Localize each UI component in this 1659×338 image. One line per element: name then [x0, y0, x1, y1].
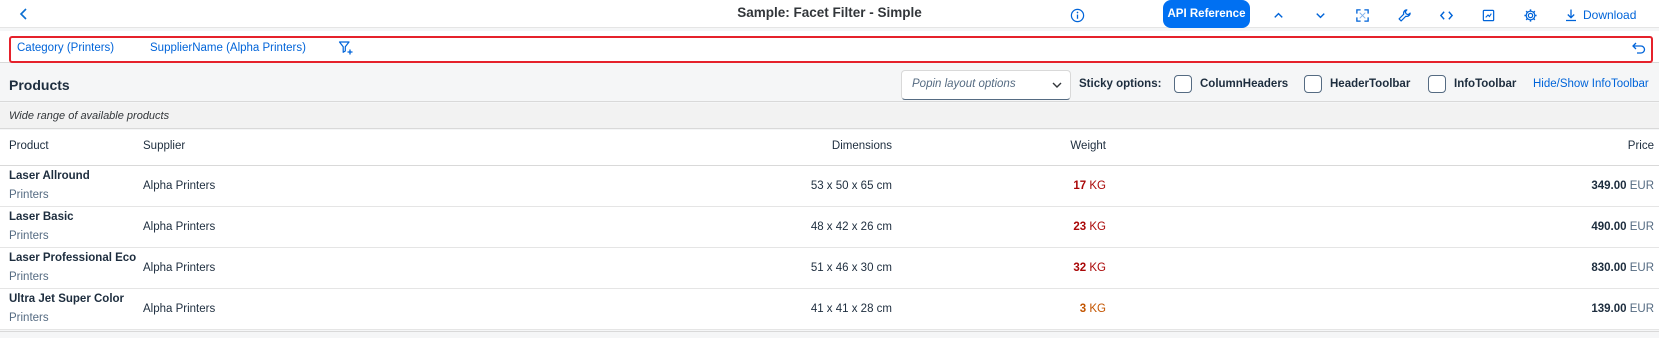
- table-row[interactable]: Laser Professional Eco Printers Alpha Pr…: [0, 248, 1659, 289]
- gear-icon[interactable]: [1519, 4, 1541, 26]
- info-toolbar-label: InfoToolbar: [1454, 78, 1517, 90]
- facet-category[interactable]: Category (Printers): [17, 42, 114, 54]
- column-header-price[interactable]: Price: [1554, 140, 1654, 152]
- wrench-icon[interactable]: [1393, 4, 1415, 26]
- table-bottom-border: [0, 331, 1659, 332]
- facet-supplier[interactable]: SupplierName (Alpha Printers): [150, 42, 306, 54]
- dimensions-value: 41 x 41 x 28 cm: [810, 303, 892, 315]
- dimensions-value: 51 x 46 x 30 cm: [810, 262, 892, 274]
- chevron-down-icon[interactable]: [1309, 4, 1331, 26]
- column-header-product[interactable]: Product: [9, 140, 49, 152]
- download-label: Download: [1583, 8, 1637, 22]
- price-value: 139.00 EUR: [1591, 303, 1654, 315]
- table-row[interactable]: Laser Basic Printers Alpha Printers 48 x…: [0, 207, 1659, 248]
- price-value: 830.00 EUR: [1591, 262, 1654, 274]
- info-toolbar-text: Wide range of available products: [9, 110, 170, 122]
- header-toolbar-checkbox[interactable]: [1304, 75, 1322, 93]
- dimensions-value: 53 x 50 x 65 cm: [810, 180, 892, 192]
- chevron-down-icon: [1052, 82, 1062, 88]
- supplier-name: Alpha Printers: [143, 262, 216, 274]
- weight-value: 3 KG: [1079, 303, 1106, 315]
- supplier-name: Alpha Printers: [143, 303, 216, 315]
- column-header-supplier[interactable]: Supplier: [143, 140, 185, 152]
- product-name: Laser Basic: [9, 211, 74, 223]
- column-headers-checkbox[interactable]: [1174, 75, 1192, 93]
- product-name: Ultra Jet Super Color: [9, 293, 125, 305]
- column-header-dimensions[interactable]: Dimensions: [792, 140, 892, 152]
- download-icon: [1566, 9, 1576, 22]
- price-value: 490.00 EUR: [1591, 221, 1654, 233]
- dimensions-value: 48 x 42 x 26 cm: [810, 221, 892, 233]
- fullscreen-icon[interactable]: [1351, 4, 1373, 26]
- api-reference-button[interactable]: API Reference: [1163, 0, 1250, 28]
- popin-layout-placeholder: Popin layout options: [912, 78, 1016, 90]
- column-headers-label: ColumnHeaders: [1200, 78, 1289, 90]
- back-icon[interactable]: [14, 4, 34, 24]
- app-preview-icon[interactable]: [1477, 4, 1499, 26]
- column-header-weight[interactable]: Weight: [1006, 140, 1106, 152]
- hide-show-info-toolbar-button[interactable]: Hide/Show InfoToolbar: [1533, 78, 1649, 90]
- price-value: 349.00 EUR: [1591, 180, 1654, 192]
- table-row[interactable]: Laser Allround Printers Alpha Printers 5…: [0, 166, 1659, 207]
- download-button[interactable]: Download: [1564, 5, 1636, 25]
- chevron-up-icon[interactable]: [1267, 4, 1289, 26]
- product-category: Printers: [9, 312, 49, 324]
- product-name: Laser Allround: [9, 170, 90, 182]
- weight-value: 32 KG: [1073, 262, 1106, 274]
- product-category: Printers: [9, 271, 49, 283]
- add-filter-icon[interactable]: [338, 40, 354, 56]
- header-toolbar-label: HeaderToolbar: [1330, 78, 1411, 90]
- info-icon[interactable]: [1066, 4, 1088, 26]
- info-toolbar-checkbox[interactable]: [1428, 75, 1446, 93]
- product-category: Printers: [9, 230, 49, 242]
- product-category: Printers: [9, 189, 49, 201]
- popin-layout-select[interactable]: Popin layout options: [901, 70, 1071, 100]
- table-title: Products: [9, 77, 70, 93]
- info-toolbar: [0, 103, 1659, 129]
- product-name: Laser Professional Eco: [9, 252, 137, 264]
- reset-icon[interactable]: [1631, 40, 1647, 56]
- weight-value: 17 KG: [1073, 180, 1106, 192]
- code-icon[interactable]: [1435, 4, 1457, 26]
- table-row[interactable]: Ultra Jet Super Color Printers Alpha Pri…: [0, 289, 1659, 330]
- supplier-name: Alpha Printers: [143, 180, 216, 192]
- weight-value: 23 KG: [1073, 221, 1106, 233]
- supplier-name: Alpha Printers: [143, 221, 216, 233]
- sticky-options-label: Sticky options:: [1079, 78, 1162, 90]
